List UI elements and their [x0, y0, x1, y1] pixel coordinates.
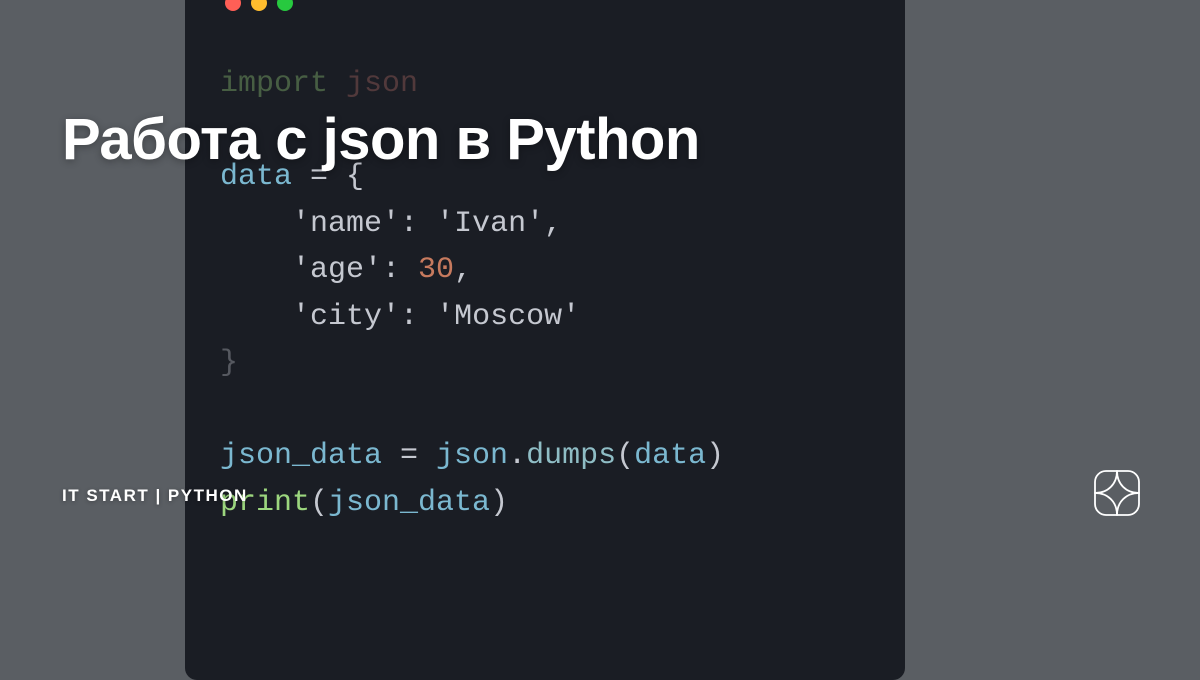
colon: : [400, 207, 436, 241]
code-line: import json [220, 61, 870, 108]
code-line: json_data = json.dumps(data) [220, 433, 870, 480]
code-line: 'name': 'Ivan', [220, 201, 870, 248]
comma: , [544, 207, 562, 241]
paren-open: ( [616, 439, 634, 473]
code-editor-window: import json data = { 'name': 'Ivan', 'ag… [185, 0, 905, 680]
code-line: } [220, 340, 870, 387]
method-dumps: dumps [526, 439, 616, 473]
zen-logo-icon [1094, 470, 1140, 516]
dict-key: 'age' [292, 253, 382, 287]
colon: : [382, 253, 418, 287]
window-controls [225, 0, 870, 11]
colon: : [400, 300, 436, 334]
dict-value: 'Ivan' [436, 207, 544, 241]
paren-open: ( [310, 486, 328, 520]
code-line: print(json_data) [220, 480, 870, 527]
article-title: Работа с json в Python [62, 108, 700, 172]
maximize-icon[interactable] [277, 0, 293, 11]
paren-close: ) [706, 439, 724, 473]
close-brace: } [220, 346, 238, 380]
arg-data: data [634, 439, 706, 473]
dict-value: 'Moscow' [436, 300, 580, 334]
var-json-data: json_data [220, 439, 382, 473]
comma: , [454, 253, 472, 287]
dict-key: 'city' [292, 300, 400, 334]
arg-json-data: json_data [328, 486, 490, 520]
keyword-import: import [220, 67, 328, 101]
paren-close: ) [490, 486, 508, 520]
close-icon[interactable] [225, 0, 241, 11]
code-line: 'city': 'Moscow' [220, 294, 870, 341]
dict-value-number: 30 [418, 253, 454, 287]
dict-key: 'name' [292, 207, 400, 241]
code-line: 'age': 30, [220, 247, 870, 294]
module-json: json [346, 67, 418, 101]
minimize-icon[interactable] [251, 0, 267, 11]
dot: . [508, 439, 526, 473]
code-line-blank [220, 387, 870, 434]
assign: = [382, 439, 436, 473]
channel-name: IT START | PYTHON [62, 486, 248, 506]
module-ref: json [436, 439, 508, 473]
